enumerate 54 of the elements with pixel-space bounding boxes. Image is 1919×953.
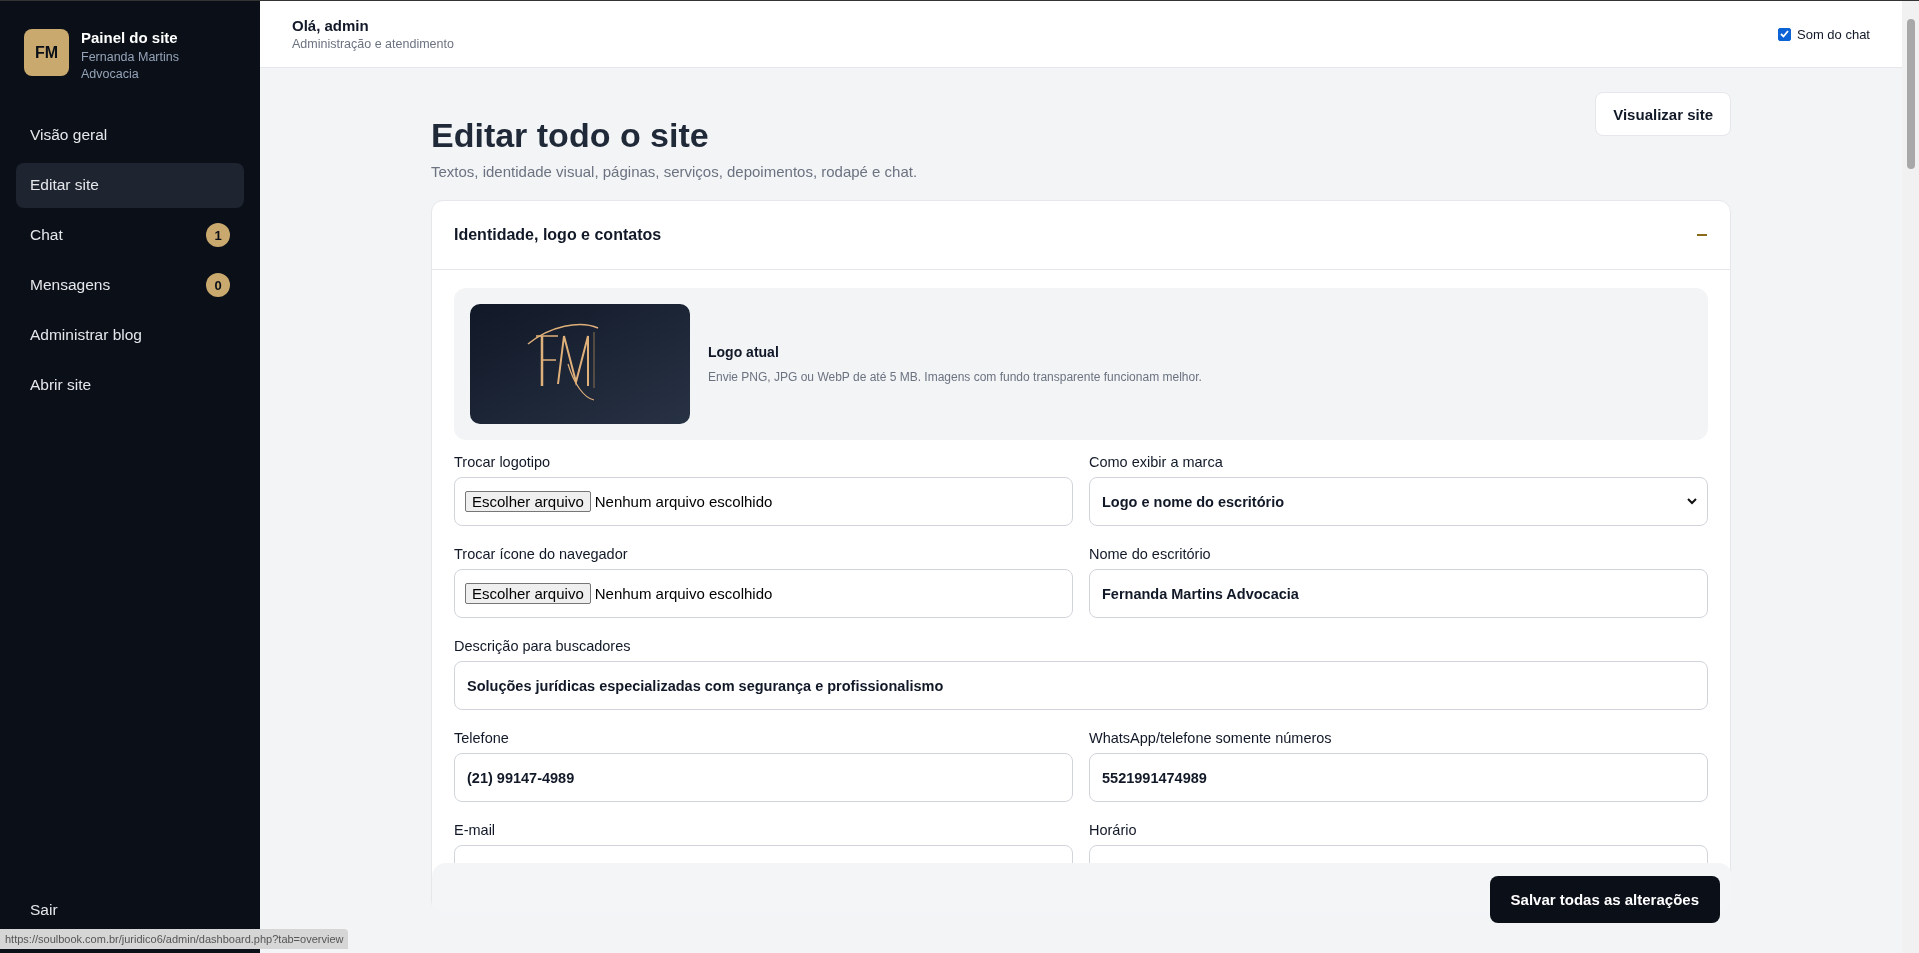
sidebar-item[interactable]: Editar site bbox=[16, 162, 244, 208]
field-label: Telefone bbox=[454, 730, 510, 746]
sidebar-item-label: Visão geral bbox=[30, 126, 108, 145]
field-label: WhatsApp/telefone somente números bbox=[1089, 730, 1333, 746]
sound-label: Som do chat bbox=[1797, 26, 1870, 42]
count-badge: 1 bbox=[206, 223, 230, 248]
file-name: Nenhum arquivo escolhido bbox=[594, 585, 773, 602]
section-title: Identidade, logo e contatos bbox=[454, 226, 662, 244]
sidebar-item-label: Administrar blog bbox=[30, 326, 142, 345]
choose-file-button[interactable]: Escolher arquivo bbox=[465, 583, 591, 604]
header-subtitle: Administração e atendimento bbox=[292, 37, 454, 51]
text-field[interactable]: Soluções jurídicas especializadas com segurança e profissionalismo bbox=[454, 661, 1708, 710]
sidebar-item-label: Mensagens bbox=[30, 276, 111, 295]
sidebar-item[interactable]: Visão geral bbox=[16, 112, 244, 158]
field-label: Trocar logotipo bbox=[454, 454, 552, 470]
sidebar-item[interactable]: Abrir site bbox=[16, 362, 244, 408]
logo-title: Logo atual bbox=[708, 344, 780, 360]
choose-file-button[interactable]: Escolher arquivo bbox=[465, 491, 591, 512]
text-field[interactable]: 5521991474989 bbox=[1089, 753, 1708, 802]
chevron-down-icon bbox=[1687, 498, 1697, 505]
brand-subtitle: Fernanda Martins Advocacia bbox=[81, 49, 180, 83]
file-input[interactable]: Escolher arquivo Nenhum arquivo escolhido bbox=[454, 569, 1073, 618]
logo-hint: Envie PNG, JPG ou WebP de até 5 MB. Imagens com fundo transparente funcionam melhor. bbox=[708, 370, 1202, 384]
sidebar-item[interactable]: Mensagens 0 bbox=[16, 262, 244, 308]
select-value: Logo e nome do escritório bbox=[1102, 493, 1285, 510]
section-header[interactable]: Identidade, logo e contatos bbox=[432, 201, 1730, 270]
scrollbar[interactable] bbox=[1902, 1, 1919, 953]
sound-checkbox[interactable] bbox=[1778, 27, 1791, 41]
save-button[interactable]: Salvar todas as alterações bbox=[1489, 875, 1720, 923]
page-subtitle: Textos, identidade visual, páginas, serviços, depoimentos, rodapé e chat. bbox=[431, 163, 918, 180]
count-badge: 0 bbox=[206, 273, 230, 298]
field-label: E-mail bbox=[454, 822, 497, 838]
logout-link[interactable]: Sair bbox=[16, 901, 72, 919]
view-site-button[interactable]: Visualizar site bbox=[1595, 92, 1731, 136]
sidebar-item[interactable]: Administrar blog bbox=[16, 312, 244, 358]
brand-avatar: FM bbox=[24, 29, 69, 76]
brand-title: Painel do site bbox=[81, 29, 179, 46]
field-label: Como exibir a marca bbox=[1089, 454, 1224, 470]
file-name: Nenhum arquivo escolhido bbox=[594, 493, 773, 510]
field-label: Horário bbox=[1089, 822, 1138, 838]
sidebar-item-label: Editar site bbox=[30, 176, 99, 195]
field-label: Descrição para buscadores bbox=[454, 638, 632, 654]
file-input[interactable]: Escolher arquivo Nenhum arquivo escolhido bbox=[454, 477, 1073, 526]
field-label: Nome do escritório bbox=[1089, 546, 1212, 562]
sidebar-item-label: Chat bbox=[30, 226, 63, 245]
field-label: Trocar ícone do navegador bbox=[454, 546, 629, 562]
sidebar-item[interactable]: Chat 1 bbox=[16, 212, 244, 258]
text-field[interactable]: (21) 99147-4989 bbox=[454, 753, 1073, 802]
sidebar-item-label: Abrir site bbox=[30, 376, 92, 395]
status-url: https://soulbook.com.br/juridico6/admin/dashboard.php?tab=overview bbox=[0, 929, 349, 949]
brand-display-select[interactable]: Logo e nome do escritório bbox=[1089, 477, 1708, 526]
page-title: Editar todo o site bbox=[431, 116, 710, 155]
text-field[interactable]: Fernanda Martins Advocacia bbox=[1089, 569, 1708, 618]
greeting: Olá, admin bbox=[292, 17, 370, 34]
